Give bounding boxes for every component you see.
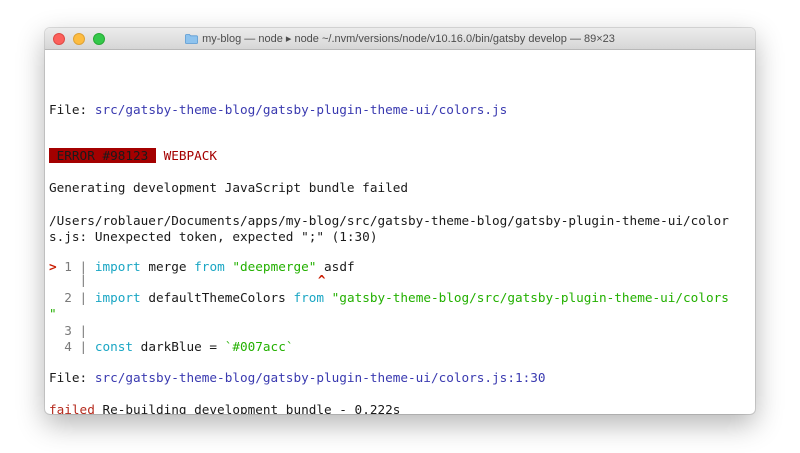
code-text: defaultThemeColors [140, 290, 294, 305]
file-path: src/gatsby-theme-blog/gatsby-plugin-them… [94, 102, 508, 117]
keyword: const [94, 339, 134, 354]
string-literal: " [49, 306, 57, 321]
code-line-2: 2 | import defaultThemeColors from "gats… [49, 290, 729, 306]
build-status-line: failed Re-building development bundle - … [49, 402, 400, 414]
terminal-window: my-blog — node ▸ node ~/.nvm/versions/no… [45, 28, 755, 414]
error-location-line-1: /Users/roblauer/Documents/apps/my-blog/s… [49, 213, 729, 228]
window-title: my-blog — node ▸ node ~/.nvm/versions/no… [202, 33, 615, 45]
failed-label: failed [49, 402, 95, 414]
code-text: darkBlue = [133, 339, 225, 354]
error-category: WEBPACK [163, 148, 218, 163]
error-badge: ERROR #98123 [49, 148, 156, 163]
code-line-3: 3 | [49, 323, 87, 339]
line-number: 3 | [49, 323, 88, 338]
window-title-container: my-blog — node ▸ node ~/.nvm/versions/no… [45, 28, 755, 49]
line-number: 4 | [49, 339, 95, 354]
code-line-2-wrap: " [49, 306, 57, 322]
error-message-line: Generating development JavaScript bundle… [49, 180, 409, 195]
title-bar[interactable]: my-blog — node ▸ node ~/.nvm/versions/no… [45, 28, 755, 50]
file-line-2: File: src/gatsby-theme-blog/gatsby-plugi… [49, 370, 546, 386]
file-line-1: File: src/gatsby-theme-blog/gatsby-plugi… [49, 102, 507, 118]
code-line-4: 4 | const darkBlue = `#007acc` [49, 339, 293, 355]
error-caret-icon: ^ [317, 272, 326, 287]
error-location-line-2: s.js: Unexpected token, expected ";" (1:… [49, 229, 378, 244]
line-number: 2 | [49, 290, 95, 305]
build-message: Re-building development bundle - 0.222s [94, 402, 401, 414]
file-path: src/gatsby-theme-blog/gatsby-plugin-them… [94, 370, 546, 385]
keyword: from [293, 290, 325, 305]
gutter: | [49, 272, 95, 287]
error-header-line: ERROR #98123 WEBPACK [49, 148, 217, 164]
folder-icon [185, 33, 199, 44]
string-literal: `#007acc` [224, 339, 294, 354]
string-literal: "gatsby-theme-blog/src/gatsby-plugin-the… [331, 290, 729, 305]
keyword: import [94, 290, 141, 305]
file-label: File: [49, 102, 95, 117]
file-label: File: [49, 370, 95, 385]
code-caret-line: | ^ [49, 272, 326, 288]
